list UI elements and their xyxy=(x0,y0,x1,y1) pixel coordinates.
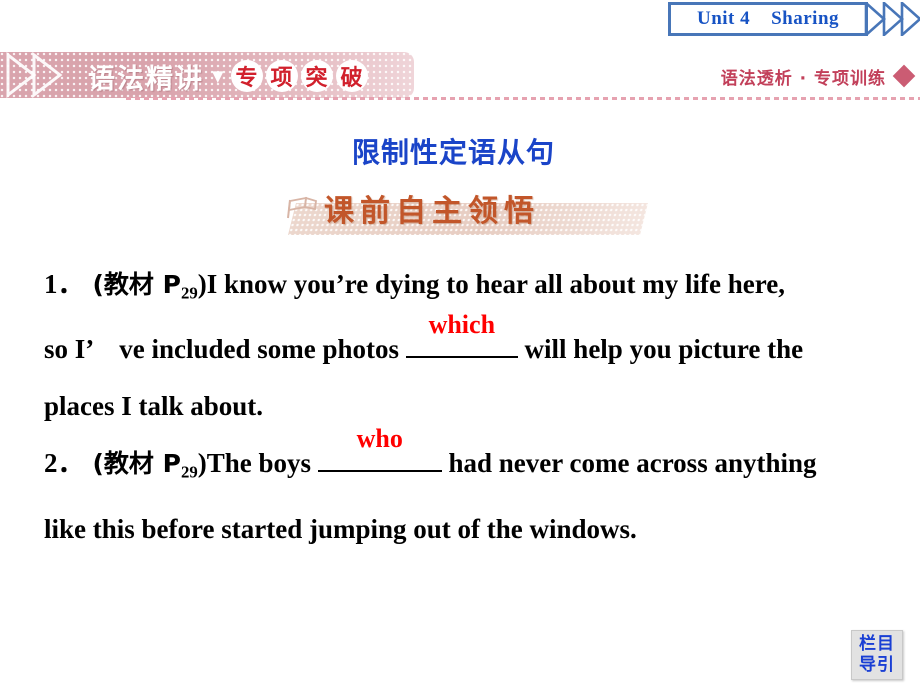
circled-char-4: 破 xyxy=(335,60,368,92)
unit-header-bar: Unit 4 Sharing xyxy=(668,2,920,38)
circled-char-2: 项 xyxy=(265,60,298,92)
item-2-text-a: The boys xyxy=(206,448,318,479)
exercise-item-2-line-2: like this before started jumping out of … xyxy=(44,501,894,558)
exercise-content: 1． (教材 P29)I know you’re dying to hear al… xyxy=(44,256,894,558)
item-1-source-prefix: (教材 P xyxy=(92,270,181,299)
exercise-item-2-line-1: 2． (教材 P29)The boys who had never come ac… xyxy=(44,424,894,500)
answer-blank-2[interactable]: who xyxy=(317,424,442,473)
item-1-source-page: 29 xyxy=(180,283,198,303)
circled-char-1: 专 xyxy=(230,60,263,92)
sub-section-banner-text: 课前自主领悟 xyxy=(324,194,540,229)
dashed-divider xyxy=(126,97,920,100)
page-title: 限制性定语从句 xyxy=(352,136,556,169)
item-1-text-c: will help you picture the xyxy=(517,334,804,365)
item-2-index: 2． xyxy=(44,448,85,479)
item-2-source-prefix: (教材 P xyxy=(92,449,181,479)
nav-index-line-2: 导引 xyxy=(859,655,895,675)
unit-title-box: Unit 4 Sharing xyxy=(668,2,868,36)
section-banner-plain-text: 语法精讲 xyxy=(88,63,204,95)
item-2-text-b: had never come across anything xyxy=(441,448,817,479)
item-2-source-suffix: ) xyxy=(197,448,207,479)
exercise-item-1-line-3: places I talk about. xyxy=(44,378,894,435)
answer-1-text: which xyxy=(428,310,496,340)
item-1-text-a: I know you’re dying to hear all about my… xyxy=(206,269,785,299)
unit-title-text: Unit 4 Sharing xyxy=(696,8,840,29)
item-1-text-d: places I talk about. xyxy=(44,391,264,422)
double-chevron-right-icon xyxy=(6,51,63,99)
answer-blank-1[interactable]: which xyxy=(405,310,518,359)
item-2-source-page: 29 xyxy=(180,462,198,482)
nav-index-line-1: 栏目 xyxy=(859,634,895,654)
flag-icon xyxy=(287,196,317,219)
circled-char-3: 突 xyxy=(300,60,333,92)
section-banner-text: 语法精讲 ▼ 专 项 突 破 xyxy=(88,56,369,96)
section-banner: 语法精讲 ▼ 专 项 突 破 语法透析 · 专项训练 xyxy=(0,51,920,110)
item-1-source-suffix: ) xyxy=(197,269,207,299)
diamond-ornament-icon xyxy=(892,64,916,88)
section-banner-right-text: 语法透析 · 专项训练 xyxy=(720,69,886,89)
sub-section-banner: 课前自主领悟 xyxy=(282,186,654,236)
item-1-index: 1． xyxy=(44,269,85,299)
nav-index-button[interactable]: 栏目 导引 xyxy=(851,630,903,680)
item-2-text-c: like this before started jumping out of … xyxy=(44,513,637,544)
exercise-item-1-line-2: so I’ ve included some photos which will… xyxy=(44,310,894,378)
item-1-text-b: so I’ ve included some photos xyxy=(44,334,406,365)
answer-2-text: who xyxy=(356,424,403,454)
double-chevron-right-icon xyxy=(864,2,920,36)
section-banner-separator: ▼ xyxy=(212,67,224,85)
